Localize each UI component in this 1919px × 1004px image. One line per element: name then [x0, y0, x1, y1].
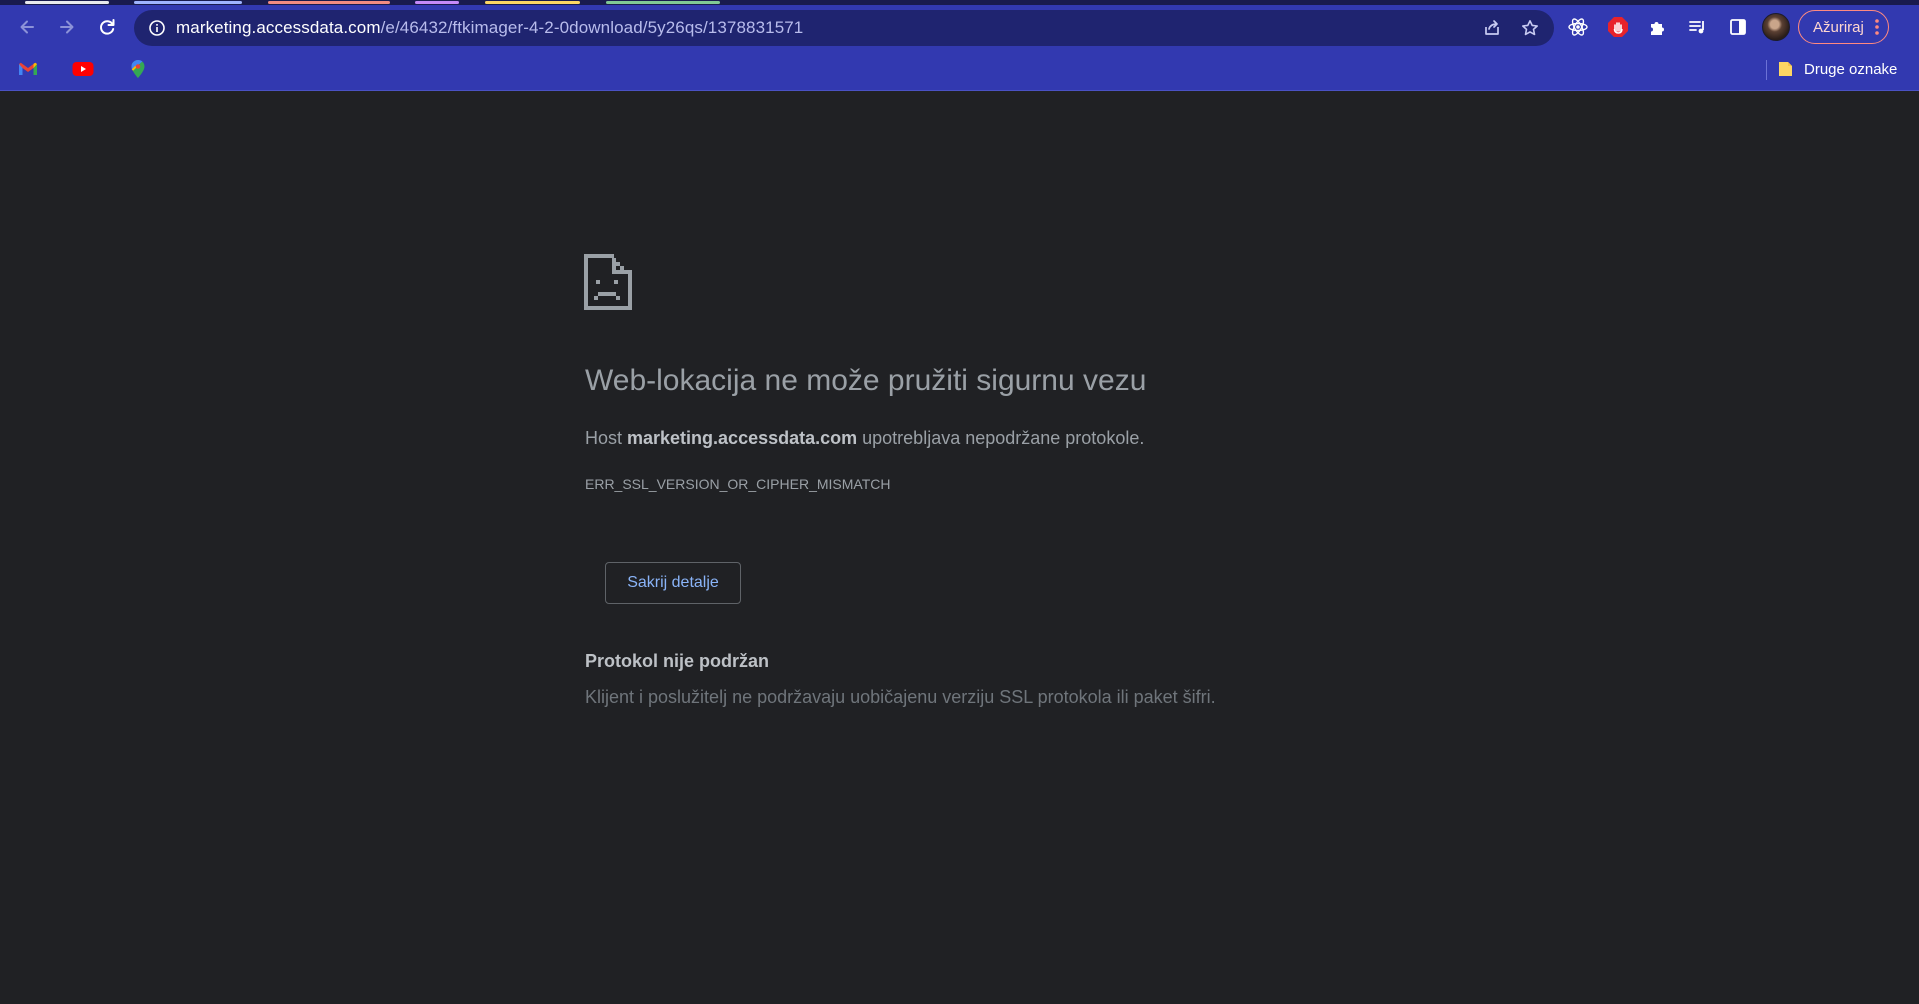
address-bar[interactable]: marketing.accessdata.com/e/46432/ftkimag… — [134, 10, 1554, 46]
tab-indicator[interactable] — [485, 1, 580, 4]
url-text[interactable]: marketing.accessdata.com/e/46432/ftkimag… — [176, 18, 803, 38]
details-text: Klijent i poslužitelj ne podržavaju uobi… — [585, 687, 1216, 707]
extensions-area: Ažuriraj — [1562, 10, 1889, 44]
reload-icon — [100, 19, 115, 35]
extensions-button[interactable] — [1642, 11, 1674, 43]
url-path: /e/46432/ftkimager-4-2-0download/5y26qs/… — [380, 18, 804, 37]
bookmarks-separator — [1766, 60, 1767, 80]
forward-button[interactable] — [50, 10, 84, 44]
other-bookmarks-label: Druge oznake — [1804, 60, 1898, 78]
tab-indicator[interactable] — [606, 1, 720, 4]
bookmark-youtube[interactable] — [68, 56, 98, 82]
profile-avatar[interactable] — [1762, 13, 1790, 41]
update-button-label: Ažuriraj — [1813, 18, 1864, 36]
omnibox-actions — [1476, 12, 1546, 44]
info-icon — [149, 20, 165, 36]
error-message-suffix: upotrebljava nepodržane protokole. — [857, 428, 1145, 448]
tab-indicator[interactable] — [415, 1, 459, 4]
bookmarks-bar: Druge oznake — [0, 50, 1919, 88]
back-button[interactable] — [10, 10, 44, 44]
error-message-host: marketing.accessdata.com — [627, 428, 858, 448]
hide-details-button[interactable]: Sakrij detalje — [605, 562, 741, 604]
media-playlist-icon — [1689, 21, 1704, 34]
bookmark-gmail[interactable] — [13, 56, 43, 82]
details-title: Protokol nije podržan — [585, 651, 770, 671]
toolbar: marketing.accessdata.com/e/46432/ftkimag… — [0, 6, 1919, 48]
share-icon — [1485, 20, 1499, 35]
share-button[interactable] — [1476, 12, 1508, 44]
reload-button[interactable] — [90, 10, 124, 44]
star-icon — [1522, 20, 1538, 36]
gmail-icon — [19, 62, 37, 75]
bookmark-maps[interactable] — [123, 56, 153, 82]
error-title: Web-lokacija ne može pružiti sigurnu vez… — [585, 364, 1147, 397]
error-message: Host marketing.accessdata.com upotreblja… — [585, 428, 1144, 449]
other-bookmarks-folder[interactable]: Druge oznake — [1778, 56, 1897, 82]
tab-indicator[interactable] — [268, 1, 390, 4]
youtube-icon — [72, 62, 94, 76]
react-devtools-icon — [1568, 18, 1588, 36]
side-panel-button[interactable] — [1722, 11, 1754, 43]
error-message-prefix: Host — [585, 428, 628, 448]
arrow-left-icon — [20, 20, 34, 34]
site-info-button[interactable] — [138, 10, 176, 46]
kebab-menu-icon — [1875, 19, 1879, 35]
side-panel-icon — [1730, 19, 1746, 35]
page-content: Web-lokacija ne može pružiti sigurnu vez… — [0, 92, 1919, 1004]
error-code: ERR_SSL_VERSION_OR_CIPHER_MISMATCH — [585, 476, 891, 492]
tab-strip[interactable] — [0, 0, 1919, 5]
tab-indicator[interactable] — [134, 1, 242, 4]
folder-icon — [1779, 62, 1792, 76]
media-controls-button[interactable] — [1682, 11, 1714, 43]
puzzle-icon — [1651, 22, 1664, 35]
maps-pin-icon — [131, 59, 145, 78]
react-devtools-extension[interactable] — [1562, 11, 1594, 43]
sad-document-icon — [584, 254, 632, 310]
adblock-hand-icon — [1608, 17, 1628, 37]
bookmark-star-button[interactable] — [1514, 12, 1546, 44]
adblock-extension[interactable] — [1602, 11, 1634, 43]
url-host: marketing.accessdata.com — [176, 18, 381, 37]
arrow-right-icon — [60, 20, 74, 34]
browser-chrome: marketing.accessdata.com/e/46432/ftkimag… — [0, 0, 1919, 91]
tab-indicator[interactable] — [25, 1, 109, 4]
update-button[interactable]: Ažuriraj — [1798, 10, 1889, 44]
